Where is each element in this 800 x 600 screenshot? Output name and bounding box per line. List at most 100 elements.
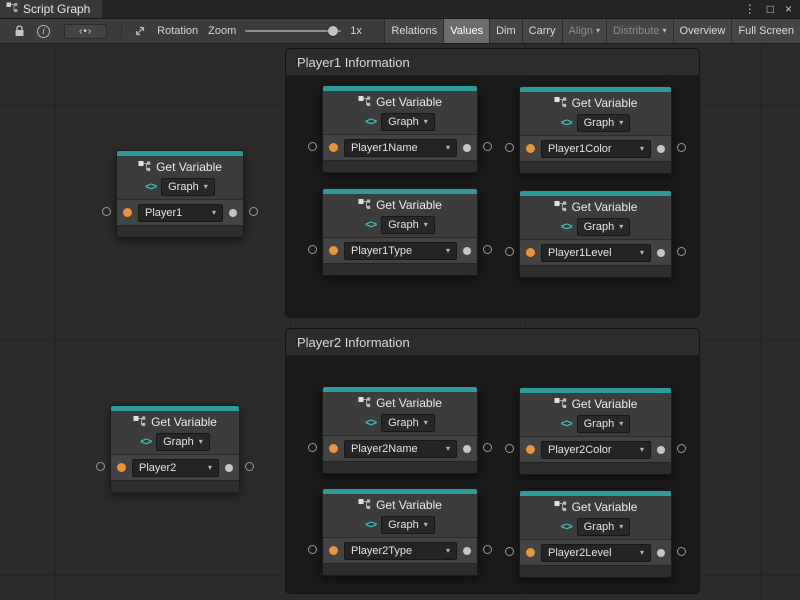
align-button[interactable]: Align▾ (562, 19, 606, 43)
zoom-slider[interactable] (245, 25, 341, 37)
scope-dropdown[interactable]: Graph▾ (381, 216, 435, 234)
info-icon[interactable]: i (37, 25, 50, 38)
variable-dropdown[interactable]: Player2Name▾ (344, 440, 457, 458)
node-get-variable-player2name[interactable]: Get Variable <> Graph▾ Player2Name▾ (322, 386, 478, 474)
value-output-port-icon[interactable] (229, 209, 237, 217)
name-input-port-icon[interactable] (526, 445, 535, 454)
right-port-circle[interactable] (677, 547, 686, 556)
name-input-port-icon[interactable] (329, 246, 338, 255)
scope-dropdown[interactable]: Graph▾ (381, 113, 435, 131)
left-port-circle[interactable] (505, 143, 514, 152)
variable-dropdown[interactable]: Player1▾ (138, 204, 223, 222)
value-output-port-icon[interactable] (463, 144, 471, 152)
tab-script-graph[interactable]: Script Graph (0, 0, 102, 18)
scope-dropdown[interactable]: Graph▾ (577, 114, 631, 132)
right-port-circle[interactable] (677, 444, 686, 453)
right-port-circle[interactable] (677, 143, 686, 152)
scope-dropdown[interactable]: Graph▾ (577, 415, 631, 433)
scope-dropdown[interactable]: Graph▾ (577, 218, 631, 236)
value-output-port-icon[interactable] (225, 464, 233, 472)
variable-dropdown[interactable]: Player2Type▾ (344, 542, 457, 560)
name-input-port-icon[interactable] (329, 444, 338, 453)
node-get-variable-player1color[interactable]: Get Variable <> Graph▾ Player1Color▾ (519, 86, 672, 174)
graph-scope-icon: <> (365, 219, 376, 231)
node-get-variable-player2type[interactable]: Get Variable <> Graph▾ Player2Type▾ (322, 488, 478, 576)
variable-dropdown[interactable]: Player2Level▾ (541, 544, 651, 562)
left-port-circle[interactable] (96, 462, 105, 471)
value-output-port-icon[interactable] (463, 247, 471, 255)
node-get-variable-player1level[interactable]: Get Variable <> Graph▾ Player1Level▾ (519, 190, 672, 278)
node-title: Get Variable (156, 160, 222, 174)
scope-dropdown[interactable]: Graph▾ (381, 414, 435, 432)
variable-dropdown[interactable]: Player2▾ (132, 459, 219, 477)
left-port-circle[interactable] (308, 545, 317, 554)
relations-button[interactable]: Relations (384, 19, 443, 43)
variable-dropdown[interactable]: Player1Type▾ (344, 242, 457, 260)
dim-button[interactable]: Dim (489, 19, 522, 43)
name-input-port-icon[interactable] (526, 548, 535, 557)
variable-dropdown[interactable]: Player1Color▾ (541, 140, 651, 158)
distribute-button[interactable]: Distribute▾ (606, 19, 672, 43)
node-get-variable-player1type[interactable]: Get Variable <> Graph▾ Player1Type▾ (322, 188, 478, 276)
left-port-circle[interactable] (102, 207, 111, 216)
node-footer (520, 565, 671, 577)
value-output-port-icon[interactable] (657, 249, 665, 257)
zoom-slider-knob[interactable] (328, 26, 338, 36)
variable-dropdown[interactable]: Player2Color▾ (541, 441, 651, 459)
overview-button[interactable]: Overview (673, 19, 732, 43)
value-output-port-icon[interactable] (657, 446, 665, 454)
name-input-port-icon[interactable] (526, 248, 535, 257)
name-input-port-icon[interactable] (526, 144, 535, 153)
variable-dropdown[interactable]: Player1Name▾ (344, 139, 457, 157)
name-input-port-icon[interactable] (329, 546, 338, 555)
node-footer (520, 462, 671, 474)
variable-dropdown[interactable]: Player1Level▾ (541, 244, 651, 262)
node-title: Get Variable (151, 415, 217, 429)
right-port-circle[interactable] (249, 207, 258, 216)
zoom-to-fit-button[interactable]: ‹•› (64, 24, 107, 39)
value-output-port-icon[interactable] (463, 445, 471, 453)
name-input-port-icon[interactable] (329, 143, 338, 152)
scope-dropdown[interactable]: Graph▾ (161, 178, 215, 196)
menu-kebab-icon[interactable]: ⋮ (744, 3, 756, 15)
value-output-port-icon[interactable] (463, 547, 471, 555)
value-output-port-icon[interactable] (657, 145, 665, 153)
zoom-value: 1x (350, 25, 362, 37)
node-get-variable-player1name[interactable]: Get Variable <> Graph▾ Player1Name▾ (322, 85, 478, 173)
right-port-circle[interactable] (483, 443, 492, 452)
node-get-variable-player2level[interactable]: Get Variable <> Graph▾ Player2Level▾ (519, 490, 672, 578)
values-button[interactable]: Values (443, 19, 489, 43)
left-port-circle[interactable] (505, 547, 514, 556)
right-port-circle[interactable] (483, 142, 492, 151)
close-icon[interactable]: × (785, 3, 792, 15)
node-footer (520, 161, 671, 173)
graph-canvas[interactable]: Player1 Information Player2 Information … (0, 44, 800, 600)
right-port-circle[interactable] (483, 545, 492, 554)
left-port-circle[interactable] (505, 444, 514, 453)
full-screen-button[interactable]: Full Screen (731, 19, 800, 43)
left-port-circle[interactable] (308, 142, 317, 151)
right-port-circle[interactable] (483, 245, 492, 254)
left-port-circle[interactable] (308, 245, 317, 254)
left-port-circle[interactable] (505, 247, 514, 256)
maximize-icon[interactable]: □ (767, 3, 774, 15)
scope-dropdown[interactable]: Graph▾ (156, 433, 210, 451)
left-port-circle[interactable] (308, 443, 317, 452)
node-value-row: Player1Type▾ (323, 237, 477, 263)
scope-dropdown[interactable]: Graph▾ (577, 518, 631, 536)
group-header[interactable]: Player2 Information (286, 329, 699, 356)
variable-name: Player2Color (548, 443, 612, 457)
scope-dropdown[interactable]: Graph▾ (381, 516, 435, 534)
right-port-circle[interactable] (245, 462, 254, 471)
value-output-port-icon[interactable] (657, 549, 665, 557)
name-input-port-icon[interactable] (123, 208, 132, 217)
caret-down-icon: ▾ (619, 420, 623, 428)
name-input-port-icon[interactable] (117, 463, 126, 472)
node-get-variable-player1[interactable]: Get Variable <> Graph▾ Player1▾ (116, 150, 244, 238)
node-get-variable-player2color[interactable]: Get Variable <> Graph▾ Player2Color▾ (519, 387, 672, 475)
carry-button[interactable]: Carry (522, 19, 562, 43)
right-port-circle[interactable] (677, 247, 686, 256)
lock-icon[interactable] (14, 25, 25, 37)
node-get-variable-player2[interactable]: Get Variable <> Graph▾ Player2▾ (110, 405, 240, 493)
group-header[interactable]: Player1 Information (286, 49, 699, 76)
